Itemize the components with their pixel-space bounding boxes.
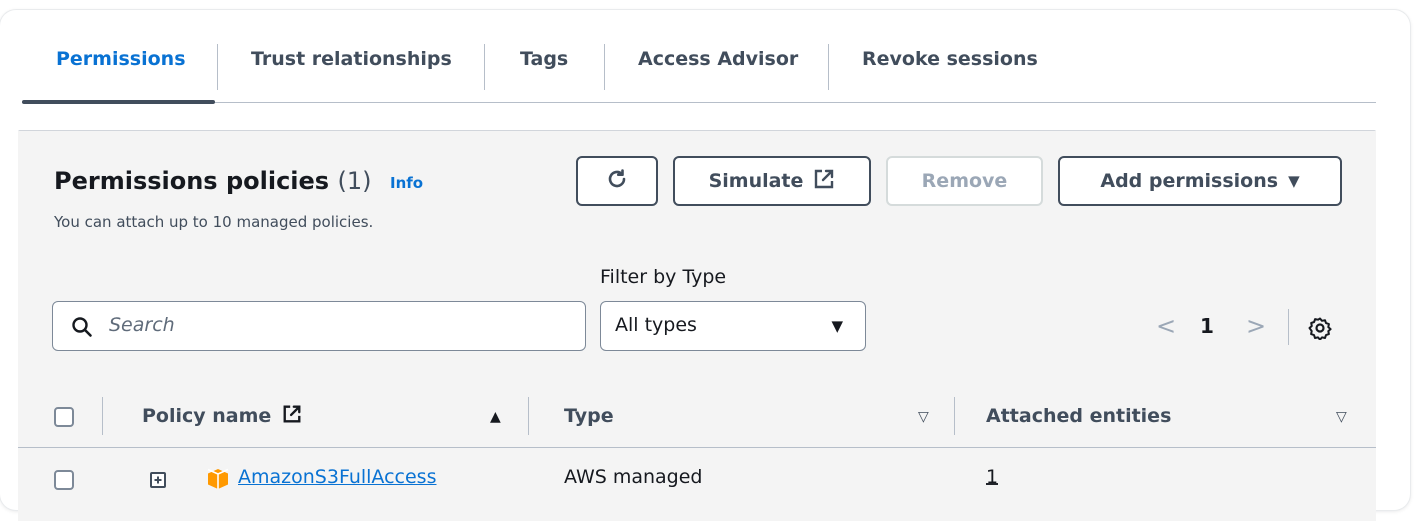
table-row: AmazonS3FullAccess AWS managed 1 — [18, 448, 1376, 512]
sort-ascending-icon[interactable]: ▲ — [490, 409, 501, 425]
active-tab-indicator — [22, 100, 215, 104]
expand-row-icon[interactable] — [150, 472, 166, 488]
policy-type-cell: AWS managed — [564, 466, 703, 488]
table-header: Policy name ▲ Type ▽ Attached entities ▽ — [18, 383, 1376, 448]
attached-entities-link[interactable]: 1 — [986, 466, 998, 488]
column-header-type[interactable]: Type — [564, 401, 614, 431]
caret-down-icon: ▼ — [1288, 172, 1300, 190]
policy-name-link[interactable]: AmazonS3FullAccess — [238, 462, 436, 492]
tab-trust-relationships[interactable]: Trust relationships — [251, 44, 452, 74]
settings-gear-icon[interactable] — [1308, 316, 1332, 344]
column-divider — [954, 397, 955, 435]
refresh-icon — [606, 168, 628, 195]
filter-by-type-label: Filter by Type — [600, 266, 727, 288]
tab-divider — [484, 44, 485, 90]
tab-access-advisor[interactable]: Access Advisor — [638, 44, 798, 74]
simulate-button[interactable]: Simulate — [673, 156, 871, 206]
aws-managed-policy-icon — [206, 468, 230, 494]
external-link-icon — [282, 403, 302, 433]
outer-card: Permissions Trust relationships Tags Acc… — [0, 10, 1410, 521]
refresh-button[interactable] — [576, 156, 658, 206]
role-details-panel: Permissions Trust relationships Tags Acc… — [0, 0, 1416, 521]
column-header-policy-name[interactable]: Policy name — [142, 401, 302, 431]
sort-icon[interactable]: ▽ — [918, 409, 929, 425]
page-title: Permissions policies (1) — [54, 167, 371, 195]
page-number[interactable]: 1 — [1200, 309, 1214, 343]
tab-bar: Permissions Trust relationships Tags Acc… — [22, 20, 1376, 104]
add-permissions-button[interactable]: Add permissions ▼ — [1058, 156, 1342, 206]
col-sep-pager — [1288, 309, 1289, 345]
tab-tags[interactable]: Tags — [520, 44, 568, 74]
next-page-icon[interactable]: > — [1246, 309, 1266, 343]
tab-permissions[interactable]: Permissions — [56, 44, 186, 74]
caret-down-icon: ▼ — [831, 317, 843, 335]
attached-entities-cell[interactable]: 1 — [986, 462, 998, 492]
remove-button[interactable]: Remove — [886, 156, 1043, 206]
search-placeholder: Search — [109, 314, 175, 336]
row-checkbox[interactable] — [54, 470, 74, 490]
info-link[interactable]: Info — [390, 174, 423, 192]
column-divider — [102, 397, 103, 435]
type-filter-value: All types — [615, 314, 697, 336]
previous-page-icon[interactable]: < — [1156, 309, 1176, 343]
tab-divider — [604, 44, 605, 90]
permissions-policies-container: Permissions policies (1) Info You can at… — [18, 130, 1376, 521]
panel-description: You can attach up to 10 managed policies… — [54, 213, 374, 231]
column-header-attached-entities[interactable]: Attached entities — [986, 401, 1171, 431]
simulate-label: Simulate — [708, 170, 804, 192]
add-permissions-label: Add permissions — [1100, 170, 1279, 192]
panel-title: Permissions policies — [54, 167, 330, 195]
sort-icon[interactable]: ▽ — [1336, 409, 1347, 425]
tab-revoke-sessions[interactable]: Revoke sessions — [862, 44, 1038, 74]
external-link-icon — [813, 168, 835, 195]
column-divider — [528, 397, 529, 435]
policy-count: (1) — [337, 167, 372, 195]
search-icon — [71, 316, 93, 342]
tab-divider — [217, 44, 218, 90]
search-input[interactable]: Search — [52, 301, 586, 351]
select-all-checkbox[interactable] — [54, 407, 74, 427]
type-filter-select[interactable]: All types ▼ — [600, 301, 866, 351]
tab-divider — [828, 44, 829, 90]
